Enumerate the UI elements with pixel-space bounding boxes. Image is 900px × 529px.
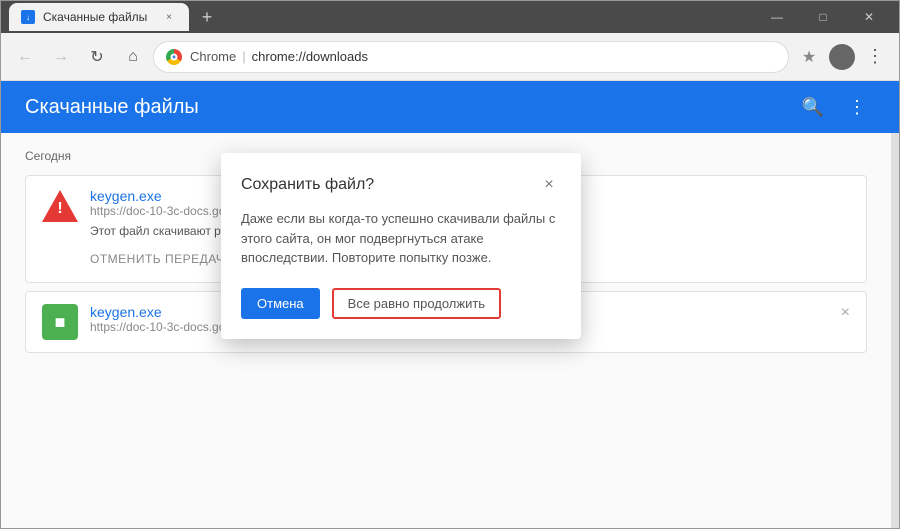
tab-close-button[interactable]: × (161, 9, 177, 25)
tab-favicon: ↓ (21, 10, 35, 24)
url-display: Chrome | chrome://downloads (190, 49, 368, 64)
dialog-close-button[interactable]: × (537, 173, 561, 197)
browser-window: ↓ Скачанные файлы × + — □ ✕ ← → ↻ ⌂ Chro… (0, 0, 900, 529)
browser-toolbar: ← → ↻ ⌂ Chrome | chrome://downloads ★ ⋮ (1, 33, 899, 81)
dialog-header: Сохранить файл? × (241, 173, 561, 197)
browser-menu-button[interactable]: ⋮ (859, 41, 891, 73)
dialog-continue-button[interactable]: Все равно продолжить (332, 288, 501, 319)
maximize-button[interactable]: □ (801, 1, 845, 33)
refresh-button[interactable]: ↻ (81, 41, 113, 73)
header-actions: 🔍 ⋮ (795, 89, 875, 125)
user-avatar[interactable] (829, 44, 855, 70)
home-button[interactable]: ⌂ (117, 41, 149, 73)
address-bar[interactable]: Chrome | chrome://downloads (153, 41, 789, 73)
dialog-actions: Отмена Все равно продолжить (241, 288, 561, 319)
tab-title: Скачанные файлы (43, 10, 147, 24)
active-tab[interactable]: ↓ Скачанные файлы × (9, 3, 189, 31)
minimize-button[interactable]: — (755, 1, 799, 33)
back-button[interactable]: ← (9, 41, 41, 73)
dialog-overlay: Сохранить файл? × Даже если вы когда-то … (1, 133, 899, 528)
browser-brand-label: Chrome (190, 49, 236, 64)
close-button[interactable]: ✕ (847, 1, 891, 33)
forward-button[interactable]: → (45, 41, 77, 73)
bookmark-button[interactable]: ★ (793, 41, 825, 73)
chrome-logo-icon (166, 49, 182, 65)
page-content: Сегодня ! keygen.exe https://doc-10-3c-d… (1, 133, 899, 528)
page-title: Скачанные файлы (25, 96, 199, 119)
dialog-cancel-button[interactable]: Отмена (241, 288, 320, 319)
header-menu-button[interactable]: ⋮ (839, 89, 875, 125)
header-search-button[interactable]: 🔍 (795, 89, 831, 125)
dialog-body: Даже если вы когда-то успешно скачивали … (241, 209, 561, 268)
save-file-dialog: Сохранить файл? × Даже если вы когда-то … (221, 153, 581, 339)
new-tab-button[interactable]: + (193, 3, 221, 31)
dialog-title: Сохранить файл? (241, 176, 374, 194)
page-header: Скачанные файлы 🔍 ⋮ (1, 81, 899, 133)
titlebar: ↓ Скачанные файлы × + — □ ✕ (1, 1, 899, 33)
window-controls: — □ ✕ (755, 1, 891, 33)
url-text: chrome://downloads (252, 49, 368, 64)
